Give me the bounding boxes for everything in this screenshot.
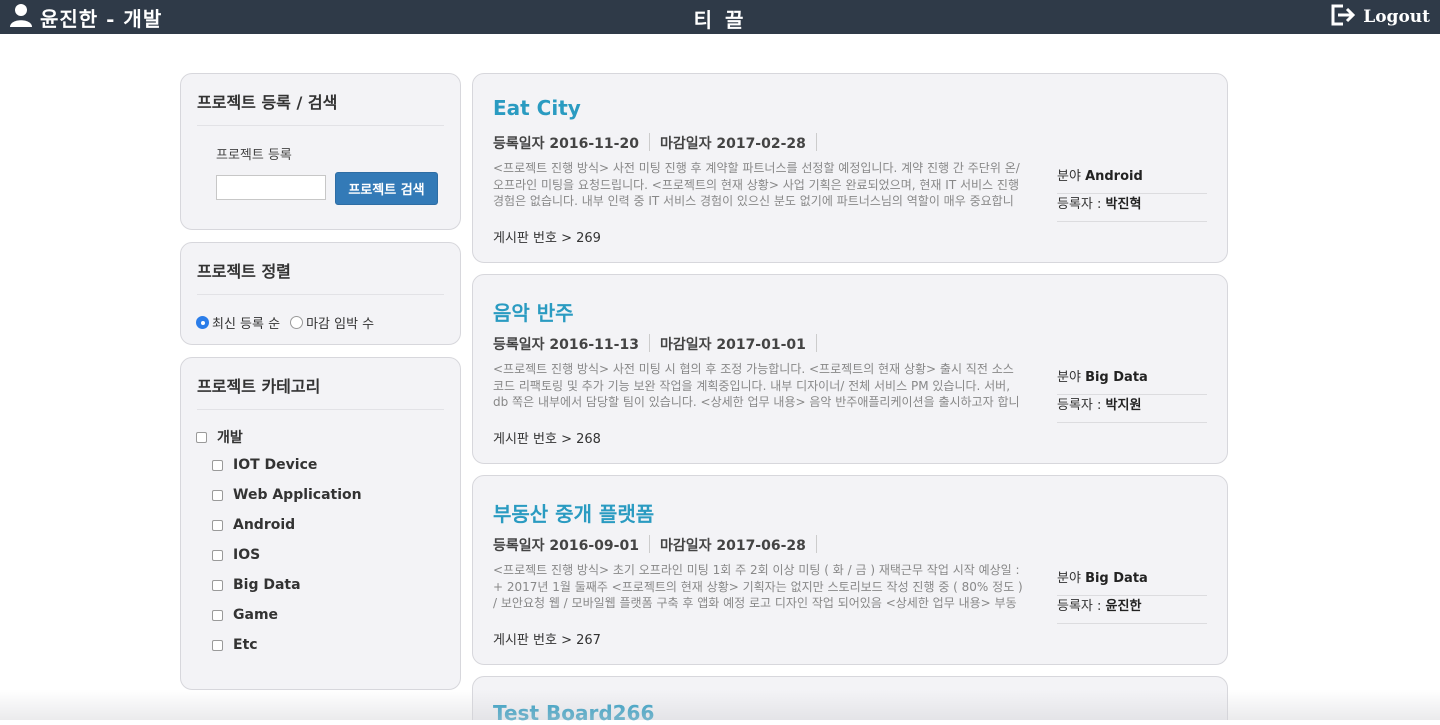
checkbox-icon <box>196 431 207 443</box>
radio-label: 최신 등록 순 <box>212 317 281 332</box>
project-register-link[interactable]: 프로젝트 등록 <box>216 144 292 163</box>
project-title-link[interactable]: 부동산 중개 플랫폼 <box>493 498 654 527</box>
board-number: 게시판 번호 > 269 <box>493 231 601 246</box>
project-dates: 등록일자 2016-11-13 마감일자 2017-01-01 <box>493 334 827 353</box>
field-value: Big Data <box>1085 571 1148 586</box>
checkbox-label: Game <box>233 607 279 623</box>
project-meta: 분야 Android 등록자 : 박진혁 <box>1057 166 1207 222</box>
user-profile-link[interactable]: 윤진한 - 개발 <box>8 3 162 31</box>
category-checkbox-bigdata[interactable]: Big Data <box>212 577 301 593</box>
user-name: 윤진한 - 개발 <box>40 6 163 31</box>
author-label: 등록자 : <box>1057 197 1102 212</box>
reg-date: 등록일자 2016-11-20 <box>493 133 650 152</box>
checkbox-label: 개발 <box>217 430 243 446</box>
checkbox-icon <box>212 549 223 561</box>
category-checkbox-iot[interactable]: IOT Device <box>212 457 317 473</box>
author-value: 윤진한 <box>1105 599 1142 614</box>
project-card[interactable]: Eat City 등록일자 2016-11-20 마감일자 2017-02-28… <box>472 73 1228 263</box>
sort-deadline-radio[interactable]: 마감 임박 수 <box>290 313 374 332</box>
author-row: 등록자 : 박지원 <box>1057 395 1207 423</box>
checkbox-label: IOT Device <box>233 457 318 473</box>
radio-unselected-icon <box>290 316 304 329</box>
divider <box>197 294 444 295</box>
field-value: Big Data <box>1085 370 1148 385</box>
sort-latest-radio[interactable]: 최신 등록 순 <box>196 313 280 332</box>
field-label: 분야 <box>1057 370 1081 385</box>
checkbox-label: IOS <box>233 547 261 563</box>
category-checkbox-game[interactable]: Game <box>212 607 278 623</box>
author-value: 박지원 <box>1105 398 1142 413</box>
board-number: 게시판 번호 > 267 <box>493 633 601 648</box>
category-checkbox-web[interactable]: Web Application <box>212 487 362 503</box>
project-register-search-panel: 프로젝트 등록 / 검색 프로젝트 등록 프로젝트 검색 <box>180 73 461 230</box>
checkbox-label: Web Application <box>233 487 362 503</box>
category-checkbox-android[interactable]: Android <box>212 517 295 533</box>
radio-selected-icon <box>196 316 209 329</box>
project-dates: 등록일자 2016-09-01 마감일자 2017-06-28 <box>493 535 827 554</box>
due-date: 마감일자 2017-06-28 <box>660 535 817 554</box>
project-category-panel: 프로젝트 카테고리 개발 IOT Device Web Application … <box>180 357 461 690</box>
checkbox-icon <box>212 519 223 531</box>
checkbox-icon <box>212 459 223 471</box>
divider <box>197 125 444 126</box>
field-row: 분야 Big Data <box>1057 367 1207 395</box>
project-search-input[interactable] <box>216 175 326 200</box>
field-label: 분야 <box>1057 169 1081 184</box>
checkbox-icon <box>212 609 223 621</box>
project-meta: 분야 Big Data 등록자 : 윤진한 <box>1057 568 1207 624</box>
category-checkbox-etc[interactable]: Etc <box>212 637 258 653</box>
panel-title: 프로젝트 등록 / 검색 <box>197 93 338 112</box>
project-search-button[interactable]: 프로젝트 검색 <box>335 172 438 205</box>
author-label: 등록자 : <box>1057 398 1102 413</box>
board-number: 게시판 번호 > 268 <box>493 432 601 447</box>
field-label: 분야 <box>1057 571 1081 586</box>
checkbox-label: Big Data <box>233 577 301 593</box>
checkbox-icon <box>212 489 223 501</box>
author-label: 등록자 : <box>1057 599 1102 614</box>
project-title-link[interactable]: Eat City <box>493 96 581 120</box>
project-meta: 분야 Big Data 등록자 : 박지원 <box>1057 367 1207 423</box>
project-description: <프로젝트 진행 방식> 초기 오프라인 미팅 1회 주 2회 이상 미팅 ( … <box>493 563 1023 610</box>
project-title-link[interactable]: 음악 반주 <box>493 297 574 326</box>
due-date: 마감일자 2017-01-01 <box>660 334 817 353</box>
panel-title: 프로젝트 정렬 <box>197 262 291 281</box>
logout-label: Logout <box>1363 7 1430 27</box>
top-navbar: 윤진한 - 개발 티 끌 Logout <box>0 0 1440 34</box>
project-description: <프로젝트 진행 방식> 사전 미팅 진행 후 계약할 파트너스를 선정할 예정… <box>493 161 1020 208</box>
field-row: 분야 Android <box>1057 166 1207 194</box>
author-row: 등록자 : 윤진한 <box>1057 596 1207 624</box>
radio-label: 마감 임박 수 <box>306 317 375 332</box>
user-icon <box>8 2 34 32</box>
checkbox-icon <box>212 639 223 651</box>
reg-date: 등록일자 2016-11-13 <box>493 334 650 353</box>
project-sort-panel: 프로젝트 정렬 최신 등록 순 마감 임박 수 <box>180 242 461 345</box>
brand-logo-text: 티 끌 <box>693 8 747 32</box>
logout-button[interactable]: Logout <box>1329 3 1430 31</box>
project-card[interactable]: 부동산 중개 플랫폼 등록일자 2016-09-01 마감일자 2017-06-… <box>472 475 1228 665</box>
panel-title: 프로젝트 카테고리 <box>197 377 321 396</box>
logout-icon <box>1329 3 1357 31</box>
author-value: 박진혁 <box>1105 197 1142 212</box>
project-title-link[interactable]: Test Board266 <box>493 701 654 725</box>
project-description: <프로젝트 진행 방식> 사전 미팅 시 협의 후 조정 가능합니다. <프로젝… <box>493 362 1020 409</box>
author-row: 등록자 : 박진혁 <box>1057 194 1207 222</box>
category-checkbox-ios[interactable]: IOS <box>212 547 260 563</box>
checkbox-label: Etc <box>233 637 258 653</box>
field-value: Android <box>1085 169 1143 184</box>
due-date: 마감일자 2017-02-28 <box>660 133 817 152</box>
checkbox-icon <box>212 579 223 591</box>
divider <box>197 409 444 410</box>
project-card[interactable]: Test Board266 <box>472 676 1228 725</box>
checkbox-label: Android <box>233 517 296 533</box>
project-card[interactable]: 음악 반주 등록일자 2016-11-13 마감일자 2017-01-01 <프… <box>472 274 1228 464</box>
field-row: 분야 Big Data <box>1057 568 1207 596</box>
reg-date: 등록일자 2016-09-01 <box>493 535 650 554</box>
category-checkbox-dev[interactable]: 개발 <box>196 427 243 447</box>
project-dates: 등록일자 2016-11-20 마감일자 2017-02-28 <box>493 133 827 152</box>
